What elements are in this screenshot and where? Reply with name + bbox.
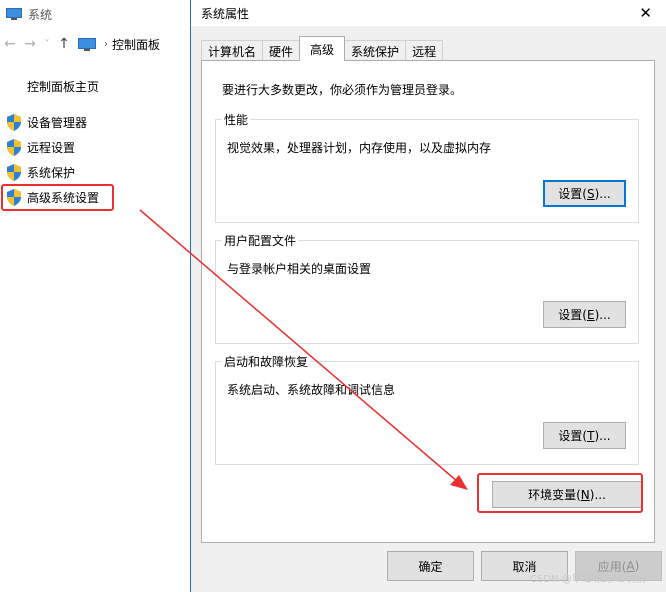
shield-icon [7, 164, 21, 181]
tab-system-protection[interactable]: 系统保护 [344, 40, 407, 61]
admin-note: 要进行大多数更改，你必须作为管理员登录。 [222, 83, 463, 97]
ok-button[interactable]: 确定 [387, 551, 474, 581]
sidebar-item-label: 远程设置 [27, 141, 76, 155]
control-panel-home-link[interactable]: 控制面板主页 [27, 78, 99, 95]
user-profiles-group: 用户配置文件 与登录帐户相关的桌面设置 设置(E)... [215, 232, 639, 344]
shield-icon [7, 114, 21, 131]
dialog-title: 系统属性 [201, 6, 250, 21]
sidebar-item-device-manager[interactable]: 设备管理器 [4, 110, 99, 135]
system-window-title: 系统 [28, 7, 53, 22]
tab-remote[interactable]: 远程 [405, 40, 444, 61]
close-icon[interactable]: ✕ [639, 4, 652, 22]
startup-recovery-settings-button[interactable]: 设置(T)... [543, 422, 626, 449]
monitor-icon [6, 7, 22, 20]
group-description: 与登录帐户相关的桌面设置 [227, 262, 372, 276]
group-description: 系统启动、系统故障和调试信息 [227, 383, 396, 397]
startup-recovery-group: 启动和故障恢复 系统启动、系统故障和调试信息 设置(T)... [215, 353, 639, 465]
sidebar-item-remote-settings[interactable]: 远程设置 [4, 135, 99, 160]
recent-locations-chevron-icon[interactable]: ˅ [40, 39, 54, 50]
advanced-tab-panel: 要进行大多数更改，你必须作为管理员登录。 性能 视觉效果，处理器计划，内存使用，… [201, 60, 655, 543]
sidebar-item-system-protection[interactable]: 系统保护 [4, 160, 99, 185]
up-arrow-icon[interactable]: ↑ [54, 36, 74, 52]
watermark: CSDN @草莓味的AD钙奶 [530, 574, 647, 585]
tab-advanced[interactable]: 高级 [299, 36, 346, 61]
annotation-highlight-box [1, 184, 114, 211]
address-bar[interactable]: › 控制面板 [78, 33, 190, 55]
tab-hardware[interactable]: 硬件 [262, 40, 301, 61]
annotation-highlight-box [477, 473, 643, 513]
sidebar-item-label: 系统保护 [27, 166, 76, 180]
navigation-bar: ← → ˅ ↑ › 控制面板 [0, 32, 190, 56]
tab-computer-name[interactable]: 计算机名 [201, 40, 264, 61]
group-description: 视觉效果，处理器计划，内存使用，以及虚拟内存 [227, 141, 492, 155]
breadcrumb[interactable]: 控制面板 [112, 36, 160, 53]
tab-strip: 计算机名 硬件 高级 系统保护 远程 [201, 36, 444, 61]
group-title: 用户配置文件 [222, 232, 299, 249]
dialog-titlebar: 系统属性 ✕ [191, 0, 666, 26]
control-panel-icon [78, 37, 96, 51]
system-titlebar: 系统 [0, 0, 190, 28]
sidebar-item-label: 设备管理器 [27, 116, 88, 130]
performance-group: 性能 视觉效果，处理器计划，内存使用，以及虚拟内存 设置(S)... [215, 111, 639, 223]
shield-icon [7, 139, 21, 156]
forward-arrow-icon[interactable]: → [20, 36, 40, 52]
breadcrumb-separator-icon: › [104, 38, 108, 50]
back-arrow-icon[interactable]: ← [0, 36, 20, 52]
group-title: 启动和故障恢复 [222, 353, 311, 370]
group-title: 性能 [222, 111, 251, 128]
user-profiles-settings-button[interactable]: 设置(E)... [543, 301, 626, 328]
performance-settings-button[interactable]: 设置(S)... [543, 180, 626, 207]
